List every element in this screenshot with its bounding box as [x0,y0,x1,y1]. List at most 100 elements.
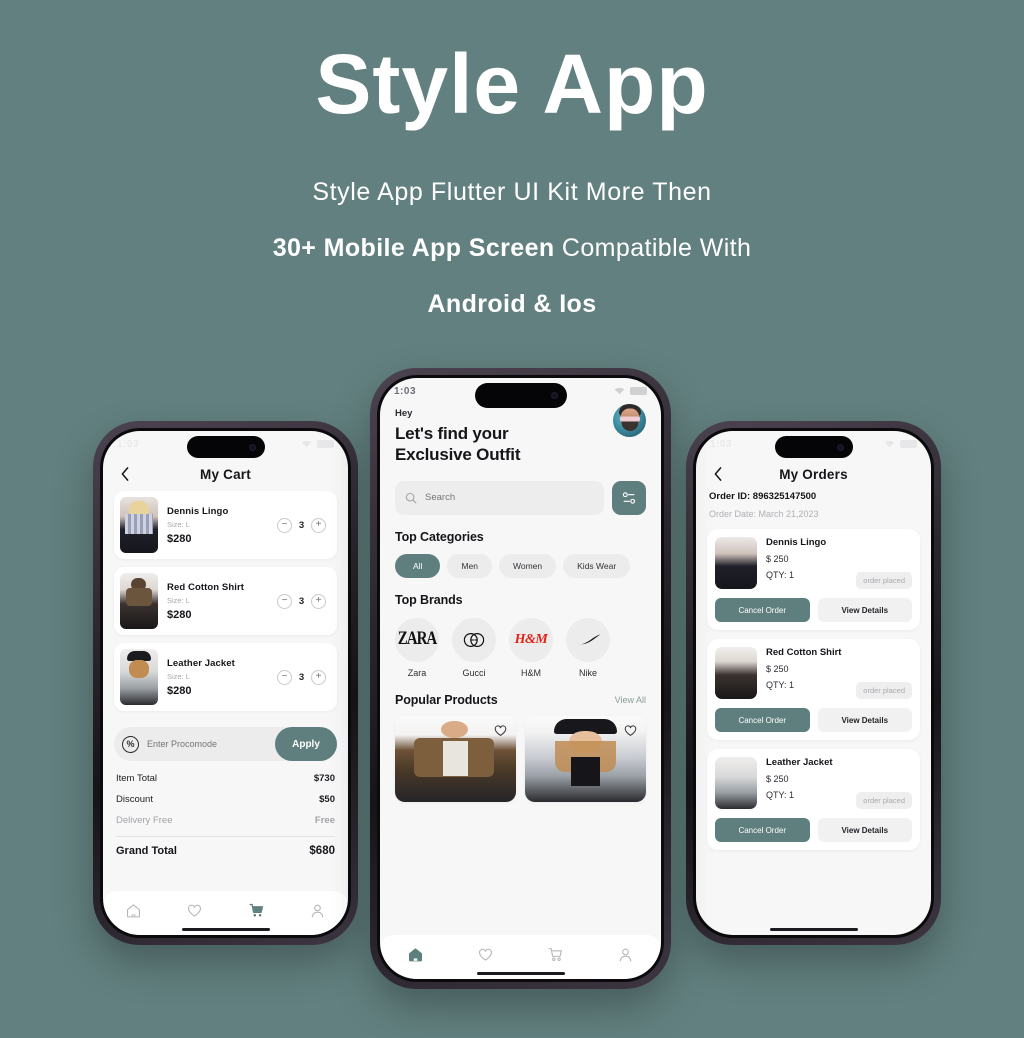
brand-label: Gucci [462,667,486,678]
phone-bezel: 1:03 Hey Let's find your Exclusive Outfi… [377,375,664,982]
cart-item-size: Size: L [167,519,190,529]
total-row-item-total: Item Total $730 [116,773,335,784]
quantity-value: 3 [298,519,305,531]
view-details-button[interactable]: View Details [817,598,912,622]
search-box[interactable] [395,480,604,515]
page-title: Style App [315,37,709,131]
battery-icon [630,387,647,395]
filter-button[interactable] [612,480,646,515]
brand-item-nike[interactable]: Nike [566,617,610,678]
home-icon [408,947,422,961]
phone-bezel: 1:03 My Cart Dennis Lingo Size: L $280 −… [100,428,351,938]
total-row-delivery: Delivery Free Free [116,815,335,826]
order-card-top: Leather Jacket $ 250 QTY: 1 order placed [715,757,912,809]
cart-item-price: $280 [167,532,192,545]
brand-item-gucci[interactable]: Gucci [452,617,496,678]
hero-subtitle-2-rest: Compatible With [554,234,752,262]
cart-item-name: Dennis Lingo [167,505,229,517]
decrease-quantity-button[interactable]: − [277,593,292,609]
nav-cart-icon[interactable] [547,945,565,963]
nav-wishlist-icon[interactable] [186,901,204,919]
headline-line-1: Let's find your [395,424,509,443]
view-all-link[interactable]: View All [615,695,646,705]
order-card-top: Dennis Lingo $ 250 QTY: 1 order placed [715,537,912,589]
nav-profile-icon[interactable] [617,945,635,963]
decrease-quantity-button[interactable]: − [277,517,292,533]
cart-item-row[interactable]: Red Cotton Shirt Size: L $280 − 3 + [114,567,337,635]
decrease-quantity-button[interactable]: − [277,669,292,685]
brand-item-zara[interactable]: ZARA Zara [395,617,439,678]
product-thumbnail [120,649,158,705]
nav-wishlist-icon[interactable] [476,945,494,963]
back-button[interactable] [116,465,134,483]
avatar[interactable] [613,404,646,437]
category-chip-women[interactable]: Women [499,553,557,578]
increase-quantity-button[interactable]: + [311,669,326,685]
category-chip-men[interactable]: Men [447,553,492,578]
order-info: Dennis Lingo $ 250 QTY: 1 order placed [766,537,912,589]
cancel-order-button[interactable]: Cancel Order [715,818,810,842]
brand-label: H&M [521,667,541,678]
product-card[interactable] [395,715,516,802]
front-camera-icon [248,443,256,451]
product-card[interactable] [525,715,646,802]
nav-home-icon[interactable] [406,945,424,963]
wifi-icon [614,387,625,395]
quantity-stepper: − 3 + [277,593,328,609]
order-product-name: Dennis Lingo [766,537,827,548]
heart-outline-icon [624,724,637,736]
home-content: Hey Let's find your Exclusive Outfit Sea… [380,404,661,802]
cart-item-row[interactable]: Dennis Lingo Size: L $280 − 3 + [114,491,337,559]
nav-cart-icon[interactable] [247,901,265,919]
order-actions: Cancel Order View Details [715,708,912,732]
increase-quantity-button[interactable]: + [311,517,326,533]
favorite-button[interactable] [622,722,639,739]
status-bar: 1:03 [696,431,931,458]
cart-item-info: Red Cotton Shirt Size: L $280 [158,582,277,621]
cart-screen: 1:03 My Cart Dennis Lingo Size: L $280 −… [103,431,348,935]
back-button[interactable] [709,465,727,483]
order-product-name: Leather Jacket [766,757,833,768]
phone-mockup-cart: 1:03 My Cart Dennis Lingo Size: L $280 −… [93,421,358,945]
view-details-button[interactable]: View Details [817,708,912,732]
nav-profile-icon[interactable] [308,901,326,919]
popular-products-list [395,715,646,802]
greeting-text: Hey [395,408,413,419]
total-value: Free [314,815,335,826]
order-actions: Cancel Order View Details [715,818,912,842]
hero-section: Style App Style App Flutter UI Kit More … [0,0,1024,319]
home-icon [127,903,141,917]
category-chip-all[interactable]: All [395,553,441,578]
favorite-button[interactable] [492,722,509,739]
home-screen: 1:03 Hey Let's find your Exclusive Outfi… [380,378,661,979]
avatar-beard [621,421,638,432]
status-indicators [301,440,334,448]
cancel-order-button[interactable]: Cancel Order [715,598,810,622]
brand-item-hm[interactable]: H&M H&M [509,617,553,678]
order-date: Order Date: March 21,2023 [709,509,819,519]
orders-body: Dennis Lingo $ 250 QTY: 1 order placed C… [696,519,931,913]
home-greeting-block: Hey Let's find your Exclusive Outfit [395,408,520,466]
cancel-order-button[interactable]: Cancel Order [715,708,810,732]
dynamic-island [474,383,567,408]
product-thumbnail [120,497,158,553]
status-indicators [614,387,647,395]
cart-icon [548,947,563,961]
cart-item-row[interactable]: Leather Jacket Size: L $280 − 3 + [114,643,337,711]
headline-line-2: Exclusive Outfit [395,445,521,465]
category-chips: All Men Women Kids Wear [395,553,646,578]
increase-quantity-button[interactable]: + [311,593,326,609]
product-thumbnail [120,573,158,629]
avatar-sunglasses [619,416,640,422]
front-camera-icon [550,392,558,399]
apply-promo-button[interactable]: Apply [275,727,337,761]
order-card-top: Red Cotton Shirt $ 250 QTY: 1 order plac… [715,647,912,699]
category-chip-kids-wear[interactable]: Kids Wear [563,553,631,578]
order-thumbnail [715,647,757,699]
view-details-button[interactable]: View Details [817,818,912,842]
nav-home-icon[interactable] [125,901,143,919]
brand-logo-circle: ZARA [395,617,439,662]
search-input[interactable] [425,492,594,503]
order-thumbnail [715,757,757,809]
orders-screen: 1:03 My Orders Order ID: 896325147500 Or… [696,431,931,935]
